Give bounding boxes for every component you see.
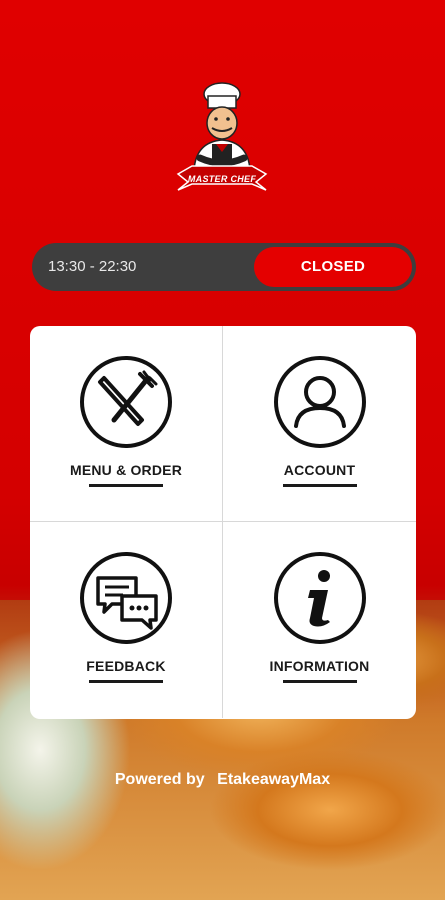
- menu-order-label: MENU & ORDER: [69, 462, 183, 478]
- feedback-tile[interactable]: FEEDBACK: [30, 522, 223, 718]
- account-underline: [282, 484, 357, 487]
- information-tile[interactable]: INFORMATION: [223, 522, 416, 718]
- status-badge: CLOSED: [254, 247, 412, 287]
- powered-by-text: Powered by: [114, 771, 205, 788]
- chat-bubbles-icon: [78, 550, 174, 646]
- user-icon: [272, 354, 368, 450]
- logo-text: MASTER CHEF: [187, 174, 257, 184]
- powered-by-brand[interactable]: EtakeawayMax: [217, 771, 330, 788]
- account-tile[interactable]: ACCOUNT: [223, 326, 416, 522]
- feedback-label: FEEDBACK: [86, 658, 166, 674]
- information-label: INFORMATION: [269, 658, 370, 674]
- menu-order-tile[interactable]: MENU & ORDER: [30, 326, 223, 522]
- menu-order-underline: [89, 484, 163, 487]
- information-underline: [282, 680, 357, 683]
- opening-hours-bar: 13:30 - 22:30 CLOSED: [32, 243, 416, 291]
- main-menu-card: MENU & ORDER ACCOUNT FEEDBACK INFORMATIO…: [30, 326, 416, 719]
- account-label: ACCOUNT: [283, 462, 356, 478]
- opening-hours-text: 13:30 - 22:30: [48, 258, 137, 275]
- feedback-underline: [89, 680, 163, 683]
- master-chef-logo: MASTER CHEF: [172, 78, 272, 198]
- fork-knife-icon: [78, 354, 174, 450]
- info-icon: [272, 550, 368, 646]
- powered-by-footer: Powered by EtakeawayMax: [0, 771, 445, 789]
